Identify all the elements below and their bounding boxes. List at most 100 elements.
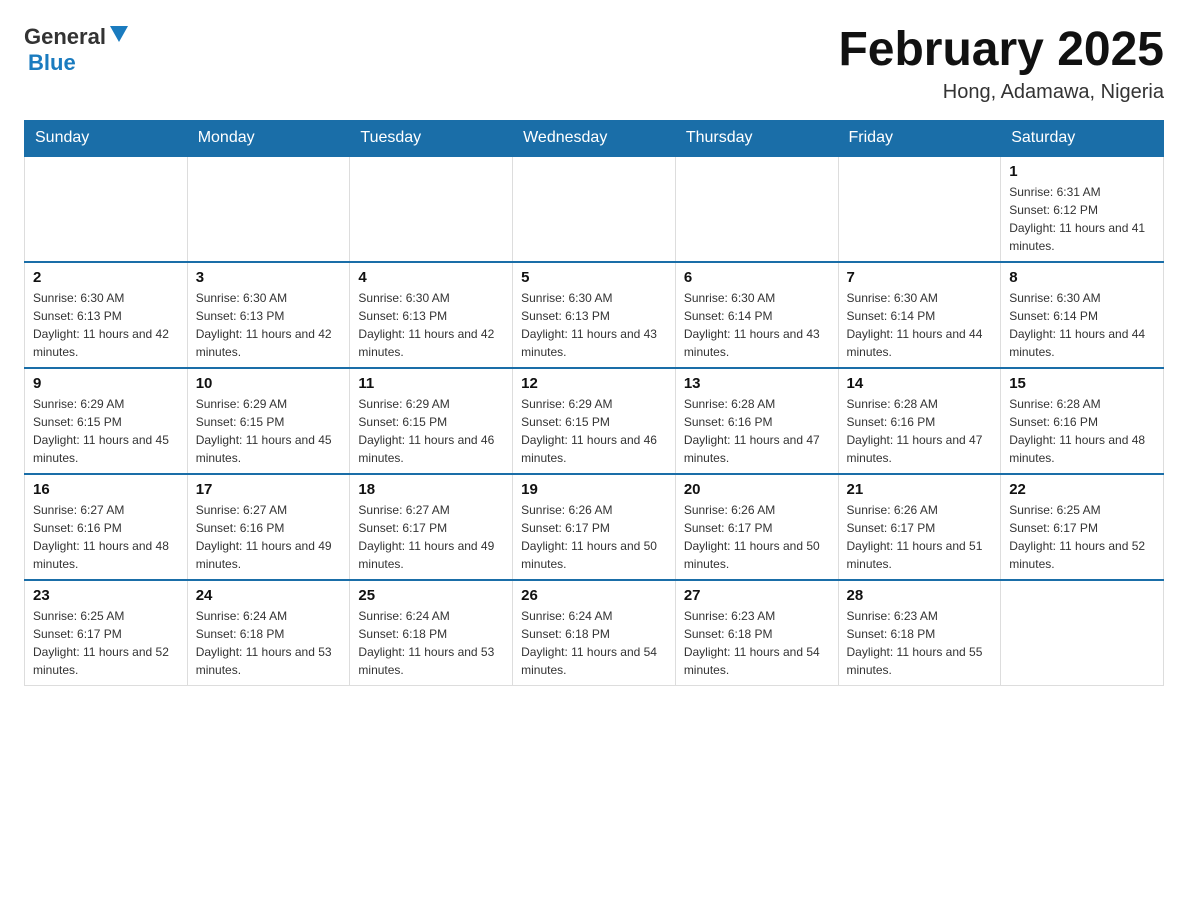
day-number: 7 xyxy=(847,269,993,286)
day-info: Sunrise: 6:24 AMSunset: 6:18 PMDaylight:… xyxy=(196,607,342,679)
table-row: 9 Sunrise: 6:29 AMSunset: 6:15 PMDaylight… xyxy=(25,368,188,474)
calendar-week-row: 2 Sunrise: 6:30 AMSunset: 6:13 PMDaylight… xyxy=(25,262,1164,368)
day-info: Sunrise: 6:30 AMSunset: 6:14 PMDaylight:… xyxy=(684,289,830,361)
table-row: 2 Sunrise: 6:30 AMSunset: 6:13 PMDaylight… xyxy=(25,262,188,368)
table-row: 18 Sunrise: 6:27 AMSunset: 6:17 PMDayligh… xyxy=(350,474,513,580)
title-section: February 2025 Hong, Adamawa, Nigeria xyxy=(838,24,1164,104)
day-info: Sunrise: 6:25 AMSunset: 6:17 PMDaylight:… xyxy=(33,607,179,679)
table-row xyxy=(25,156,188,262)
day-number: 25 xyxy=(358,587,504,604)
table-row: 4 Sunrise: 6:30 AMSunset: 6:13 PMDaylight… xyxy=(350,262,513,368)
table-row: 13 Sunrise: 6:28 AMSunset: 6:16 PMDayligh… xyxy=(675,368,838,474)
header-tuesday: Tuesday xyxy=(350,120,513,156)
day-number: 15 xyxy=(1009,375,1155,392)
logo-triangle-icon xyxy=(110,26,128,49)
location-title: Hong, Adamawa, Nigeria xyxy=(838,81,1164,104)
calendar-table: Sunday Monday Tuesday Wednesday Thursday… xyxy=(24,120,1164,686)
table-row xyxy=(513,156,676,262)
day-number: 23 xyxy=(33,587,179,604)
calendar-week-row: 1 Sunrise: 6:31 AMSunset: 6:12 PMDaylight… xyxy=(25,156,1164,262)
table-row xyxy=(675,156,838,262)
day-info: Sunrise: 6:29 AMSunset: 6:15 PMDaylight:… xyxy=(358,395,504,467)
header-thursday: Thursday xyxy=(675,120,838,156)
day-number: 21 xyxy=(847,481,993,498)
day-info: Sunrise: 6:25 AMSunset: 6:17 PMDaylight:… xyxy=(1009,501,1155,573)
calendar-week-row: 9 Sunrise: 6:29 AMSunset: 6:15 PMDaylight… xyxy=(25,368,1164,474)
month-title: February 2025 xyxy=(838,24,1164,77)
table-row: 22Sunrise: 6:25 AMSunset: 6:17 PMDayligh… xyxy=(1001,474,1164,580)
day-number: 2 xyxy=(33,269,179,286)
table-row: 26 Sunrise: 6:24 AMSunset: 6:18 PMDayligh… xyxy=(513,580,676,686)
table-row: 1 Sunrise: 6:31 AMSunset: 6:12 PMDaylight… xyxy=(1001,156,1164,262)
table-row: 21 Sunrise: 6:26 AMSunset: 6:17 PMDayligh… xyxy=(838,474,1001,580)
table-row: 5 Sunrise: 6:30 AMSunset: 6:13 PMDaylight… xyxy=(513,262,676,368)
table-row xyxy=(1001,580,1164,686)
day-info: Sunrise: 6:29 AMSunset: 6:15 PMDaylight:… xyxy=(33,395,179,467)
table-row: 3 Sunrise: 6:30 AMSunset: 6:13 PMDaylight… xyxy=(187,262,350,368)
header-friday: Friday xyxy=(838,120,1001,156)
day-number: 18 xyxy=(358,481,504,498)
day-number: 27 xyxy=(684,587,830,604)
day-number: 16 xyxy=(33,481,179,498)
day-number: 1 xyxy=(1009,163,1155,180)
table-row: 25 Sunrise: 6:24 AMSunset: 6:18 PMDayligh… xyxy=(350,580,513,686)
page-header: General Blue February 2025 Hong, Adamawa… xyxy=(24,24,1164,104)
day-info: Sunrise: 6:31 AMSunset: 6:12 PMDaylight:… xyxy=(1009,183,1155,255)
day-info: Sunrise: 6:29 AMSunset: 6:15 PMDaylight:… xyxy=(196,395,342,467)
day-number: 17 xyxy=(196,481,342,498)
table-row xyxy=(838,156,1001,262)
day-info: Sunrise: 6:30 AMSunset: 6:13 PMDaylight:… xyxy=(196,289,342,361)
day-info: Sunrise: 6:26 AMSunset: 6:17 PMDaylight:… xyxy=(684,501,830,573)
logo-blue-text: Blue xyxy=(28,50,76,75)
day-info: Sunrise: 6:28 AMSunset: 6:16 PMDaylight:… xyxy=(1009,395,1155,467)
table-row: 7 Sunrise: 6:30 AMSunset: 6:14 PMDaylight… xyxy=(838,262,1001,368)
day-number: 19 xyxy=(521,481,667,498)
table-row: 17 Sunrise: 6:27 AMSunset: 6:16 PMDayligh… xyxy=(187,474,350,580)
logo-general-text: General xyxy=(24,24,106,50)
day-info: Sunrise: 6:29 AMSunset: 6:15 PMDaylight:… xyxy=(521,395,667,467)
day-info: Sunrise: 6:24 AMSunset: 6:18 PMDaylight:… xyxy=(358,607,504,679)
day-info: Sunrise: 6:27 AMSunset: 6:16 PMDaylight:… xyxy=(196,501,342,573)
day-info: Sunrise: 6:30 AMSunset: 6:13 PMDaylight:… xyxy=(33,289,179,361)
table-row: 23 Sunrise: 6:25 AMSunset: 6:17 PMDayligh… xyxy=(25,580,188,686)
day-number: 3 xyxy=(196,269,342,286)
day-info: Sunrise: 6:28 AMSunset: 6:16 PMDaylight:… xyxy=(684,395,830,467)
day-info: Sunrise: 6:30 AMSunset: 6:14 PMDaylight:… xyxy=(847,289,993,361)
day-number: 8 xyxy=(1009,269,1155,286)
day-number: 5 xyxy=(521,269,667,286)
day-number: 13 xyxy=(684,375,830,392)
header-wednesday: Wednesday xyxy=(513,120,676,156)
table-row: 6 Sunrise: 6:30 AMSunset: 6:14 PMDaylight… xyxy=(675,262,838,368)
day-info: Sunrise: 6:27 AMSunset: 6:16 PMDaylight:… xyxy=(33,501,179,573)
table-row: 11 Sunrise: 6:29 AMSunset: 6:15 PMDayligh… xyxy=(350,368,513,474)
day-number: 4 xyxy=(358,269,504,286)
table-row xyxy=(350,156,513,262)
logo: General Blue xyxy=(24,24,128,76)
day-number: 11 xyxy=(358,375,504,392)
weekday-header-row: Sunday Monday Tuesday Wednesday Thursday… xyxy=(25,120,1164,156)
table-row: 14Sunrise: 6:28 AMSunset: 6:16 PMDayligh… xyxy=(838,368,1001,474)
day-info: Sunrise: 6:26 AMSunset: 6:17 PMDaylight:… xyxy=(847,501,993,573)
day-info: Sunrise: 6:27 AMSunset: 6:17 PMDaylight:… xyxy=(358,501,504,573)
day-info: Sunrise: 6:30 AMSunset: 6:13 PMDaylight:… xyxy=(521,289,667,361)
day-info: Sunrise: 6:30 AMSunset: 6:13 PMDaylight:… xyxy=(358,289,504,361)
table-row: 20Sunrise: 6:26 AMSunset: 6:17 PMDayligh… xyxy=(675,474,838,580)
header-saturday: Saturday xyxy=(1001,120,1164,156)
day-number: 28 xyxy=(847,587,993,604)
day-number: 10 xyxy=(196,375,342,392)
day-number: 12 xyxy=(521,375,667,392)
day-number: 9 xyxy=(33,375,179,392)
day-number: 6 xyxy=(684,269,830,286)
table-row: 24 Sunrise: 6:24 AMSunset: 6:18 PMDayligh… xyxy=(187,580,350,686)
table-row: 8Sunrise: 6:30 AMSunset: 6:14 PMDaylight… xyxy=(1001,262,1164,368)
day-info: Sunrise: 6:24 AMSunset: 6:18 PMDaylight:… xyxy=(521,607,667,679)
calendar-week-row: 16 Sunrise: 6:27 AMSunset: 6:16 PMDayligh… xyxy=(25,474,1164,580)
table-row: 15 Sunrise: 6:28 AMSunset: 6:16 PMDayligh… xyxy=(1001,368,1164,474)
day-info: Sunrise: 6:26 AMSunset: 6:17 PMDaylight:… xyxy=(521,501,667,573)
header-sunday: Sunday xyxy=(25,120,188,156)
day-info: Sunrise: 6:23 AMSunset: 6:18 PMDaylight:… xyxy=(684,607,830,679)
day-number: 24 xyxy=(196,587,342,604)
calendar-week-row: 23 Sunrise: 6:25 AMSunset: 6:17 PMDayligh… xyxy=(25,580,1164,686)
day-number: 26 xyxy=(521,587,667,604)
day-info: Sunrise: 6:28 AMSunset: 6:16 PMDaylight:… xyxy=(847,395,993,467)
